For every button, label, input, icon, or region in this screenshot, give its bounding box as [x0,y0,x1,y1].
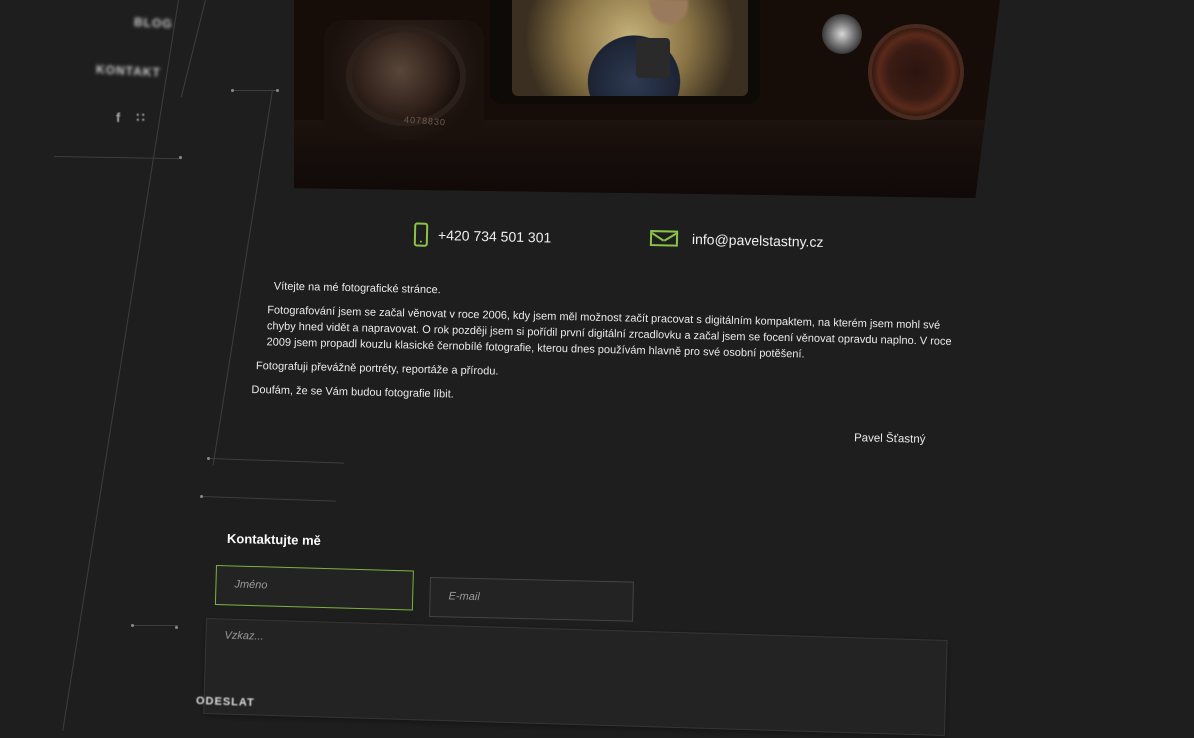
guide-dot [131,624,134,627]
guide-dot [231,89,234,92]
nav-item-kontakt[interactable]: KONTAKT [96,62,161,79]
phone-contact: +420 734 501 301 [413,222,552,249]
intro-paragraph: Fotografování jsem se začal věnovat v ro… [266,304,952,361]
rss-icon[interactable]: ∷ [136,110,144,126]
phone-number: +420 734 501 301 [437,226,552,246]
guide-dot [175,626,178,629]
signature: Pavel Šťastný [853,432,926,446]
social-links: f ∷ [116,110,145,126]
phone-icon [413,222,429,247]
facebook-icon[interactable]: f [116,110,120,126]
intro-text: Vítejte na mé fotografické stránce. Foto… [251,278,954,422]
camera-dial [868,24,964,120]
guide-line [180,0,206,98]
contact-form-title: Kontaktujte mě [226,530,322,549]
email-contact: info@pavelstastny.cz [649,230,824,250]
nav-item-blog[interactable]: BLOG [134,15,173,31]
envelope-icon [649,230,679,247]
email-link[interactable]: info@pavelstastny.cz [692,231,824,250]
name-input[interactable]: Jméno [214,565,414,611]
page: BLOG KONTAKT f ∷ 4078830 +420 734 501 30… [0,0,1194,738]
divider [201,496,336,502]
divider [232,90,278,91]
divider [53,156,182,160]
camera-dial [346,26,466,126]
message-textarea[interactable]: Vzkaz... [203,618,948,736]
guide-dot [179,156,182,159]
guide-dot [200,495,203,498]
divider [209,458,344,464]
divider [132,625,178,626]
submit-button[interactable]: ODESLAT [196,695,255,709]
camera-knob [822,14,862,54]
hero-image: 4078830 [294,0,1000,198]
guide-dot [207,457,210,460]
guide-dot [276,89,279,92]
email-input[interactable]: E-mail [429,577,634,622]
